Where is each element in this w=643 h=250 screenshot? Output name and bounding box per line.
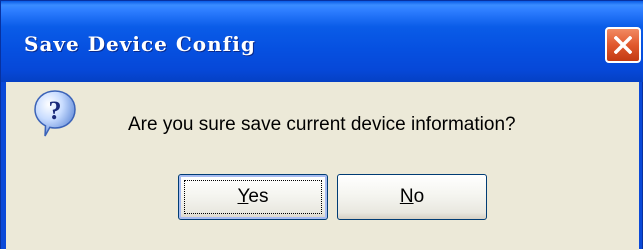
no-button[interactable]: No [337, 174, 487, 220]
yes-button[interactable]: Yes [178, 174, 328, 220]
title-bar[interactable]: Save Device Config [1, 1, 643, 82]
no-label-rest: o [413, 186, 425, 207]
close-icon [614, 36, 632, 54]
yes-button-label: Yes [237, 186, 268, 207]
save-config-dialog: Save Device Config ? Are you sure save c… [0, 0, 643, 250]
question-icon: ? [34, 90, 76, 137]
no-button-label: No [400, 186, 424, 207]
confirmation-message: Are you sure save current device informa… [128, 114, 516, 135]
dialog-title: Save Device Config [24, 32, 256, 56]
yes-accelerator: Y [237, 186, 249, 207]
svg-text:?: ? [49, 96, 62, 125]
yes-label-rest: es [248, 186, 269, 207]
no-accelerator: N [399, 186, 414, 207]
close-button[interactable] [605, 27, 641, 63]
dialog-body [6, 82, 639, 250]
